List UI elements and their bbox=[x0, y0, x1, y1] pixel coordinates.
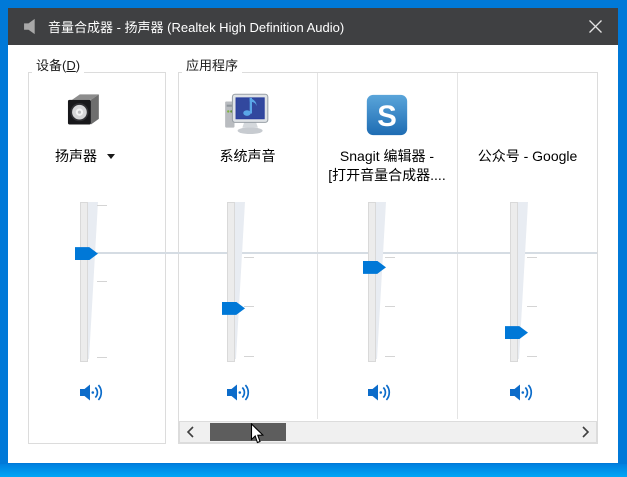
mute-button-device[interactable] bbox=[79, 382, 105, 403]
chevron-down-icon bbox=[107, 154, 115, 159]
titlebar: 音量合成器 - 扬声器 (Realtek High Definition Aud… bbox=[8, 8, 618, 45]
device-group-label: 设备(D) bbox=[32, 58, 84, 74]
horizontal-scrollbar[interactable] bbox=[179, 421, 597, 443]
slider-tick bbox=[244, 356, 254, 357]
slider-tick bbox=[385, 356, 395, 357]
volume-slider-snagit[interactable] bbox=[360, 200, 400, 370]
slider-thumb[interactable] bbox=[363, 261, 386, 274]
speaker-device-icon[interactable] bbox=[64, 92, 102, 130]
slider-tick bbox=[244, 257, 254, 258]
snagit-icon[interactable]: S bbox=[365, 93, 409, 137]
volume-mixer-window: 音量合成器 - 扬声器 (Realtek High Definition Aud… bbox=[0, 0, 627, 477]
app-name: Snagit 编辑器 - bbox=[317, 146, 457, 166]
close-icon bbox=[588, 19, 603, 34]
app-name: 系统声音 bbox=[178, 146, 317, 166]
volume-slider-device[interactable] bbox=[72, 200, 112, 370]
app-name: 公众号 - Google bbox=[457, 146, 598, 166]
slider-track[interactable] bbox=[227, 202, 235, 362]
slider-tick bbox=[97, 281, 107, 282]
mute-button-chrome[interactable] bbox=[509, 382, 535, 403]
device-name: 扬声器 bbox=[55, 146, 97, 166]
slider-tick bbox=[527, 306, 537, 307]
scroll-right-button[interactable] bbox=[574, 422, 596, 442]
speaker-icon bbox=[23, 18, 40, 35]
slider-track[interactable] bbox=[80, 202, 88, 362]
mute-button-snagit[interactable] bbox=[367, 382, 393, 403]
window-title: 音量合成器 - 扬声器 (Realtek High Definition Aud… bbox=[48, 17, 344, 36]
volume-slider-chrome[interactable] bbox=[502, 200, 542, 370]
slider-tick bbox=[385, 306, 395, 307]
slider-tick bbox=[97, 205, 107, 206]
applications-group-label: 应用程序 bbox=[182, 58, 242, 74]
slider-wedge bbox=[235, 202, 245, 359]
svg-text:S: S bbox=[377, 100, 397, 133]
scroll-left-button[interactable] bbox=[180, 422, 202, 442]
system-sounds-icon[interactable] bbox=[222, 88, 272, 138]
app-name-line2: [打开音量合成器.... bbox=[317, 165, 457, 185]
close-button[interactable] bbox=[572, 8, 618, 45]
slider-tick bbox=[244, 306, 254, 307]
slider-tick bbox=[527, 257, 537, 258]
slider-thumb[interactable] bbox=[505, 326, 528, 339]
column-separator bbox=[457, 73, 458, 419]
chevron-right-icon bbox=[579, 425, 591, 439]
mouse-cursor bbox=[250, 423, 265, 445]
slider-tick bbox=[527, 356, 537, 357]
slider-thumb[interactable] bbox=[222, 302, 245, 315]
column-separator bbox=[317, 73, 318, 419]
scrollbar-thumb[interactable] bbox=[210, 423, 286, 441]
device-selector[interactable]: 扬声器 bbox=[28, 146, 142, 166]
chevron-left-icon bbox=[185, 425, 197, 439]
slider-track[interactable] bbox=[368, 202, 376, 362]
slider-tick bbox=[97, 357, 107, 358]
slider-wedge bbox=[376, 202, 386, 359]
volume-slider-system-sounds[interactable] bbox=[219, 200, 259, 370]
mute-button-system-sounds[interactable] bbox=[226, 382, 252, 403]
slider-tick bbox=[385, 257, 395, 258]
